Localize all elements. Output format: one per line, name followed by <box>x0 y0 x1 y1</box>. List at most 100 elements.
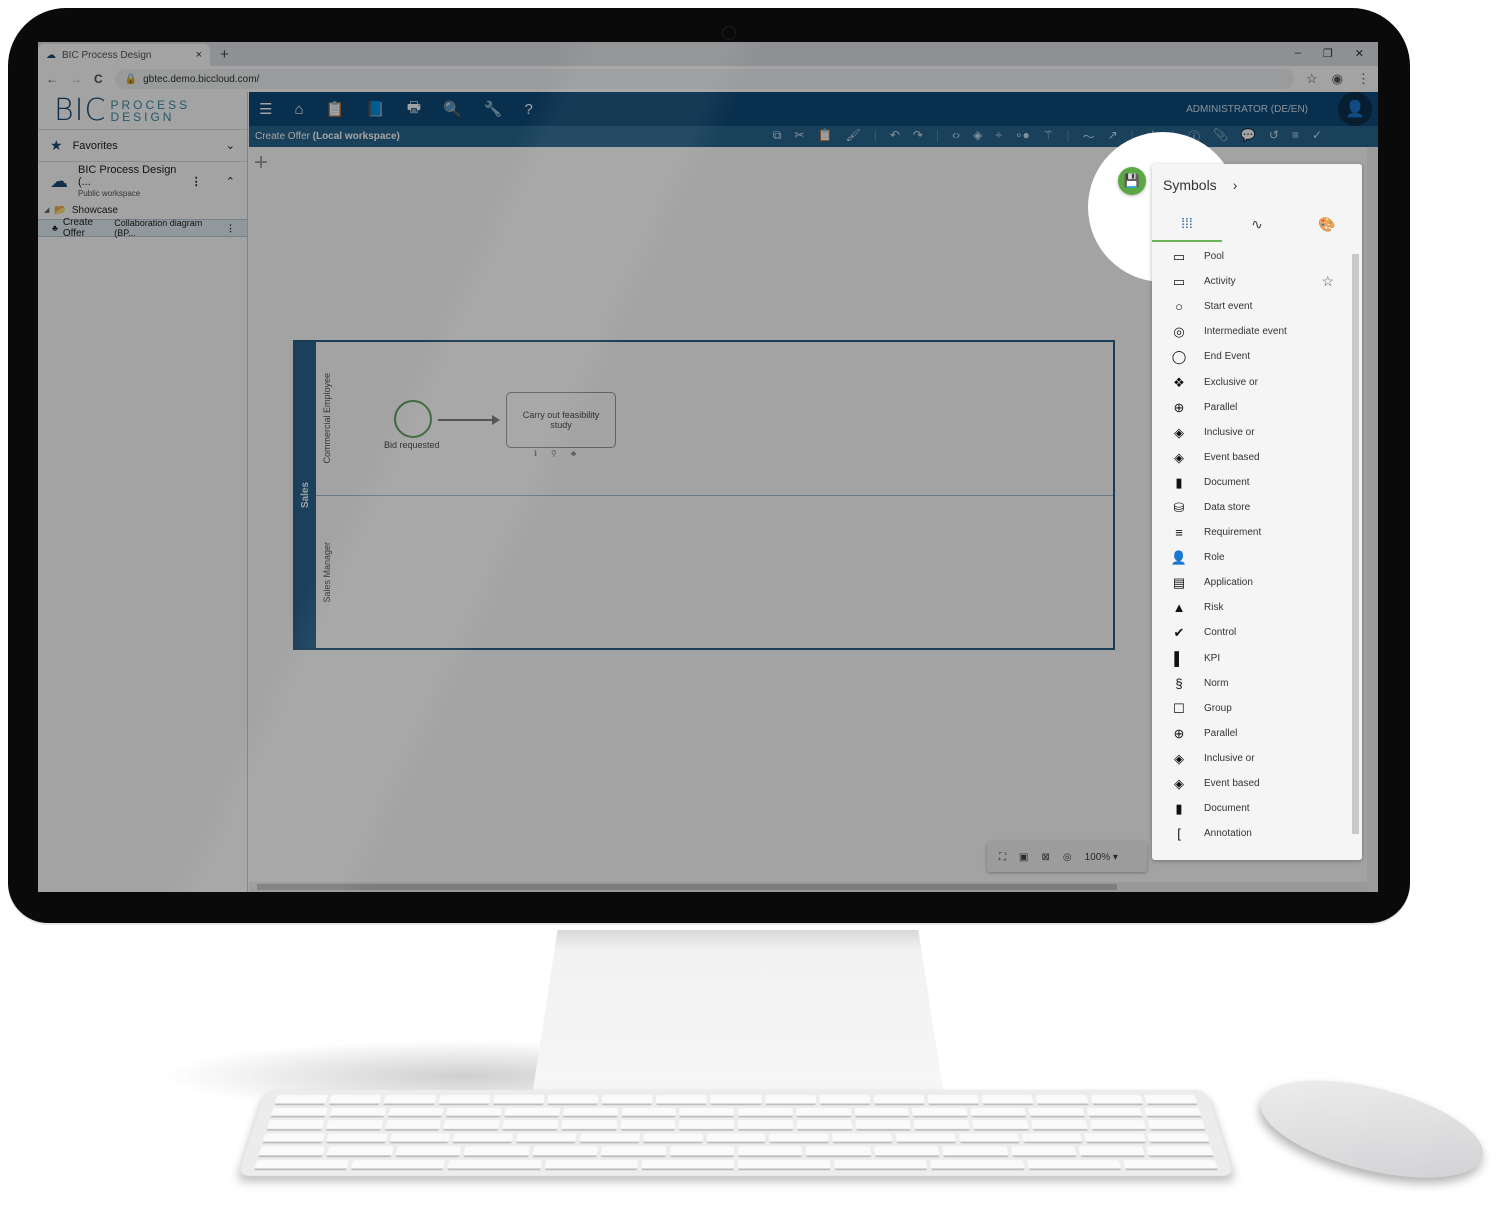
more-vert-icon[interactable]: ⋮ <box>191 175 202 188</box>
zoom-level[interactable]: 100% ▾ <box>1085 852 1118 863</box>
symbol-item[interactable]: ▮ Document <box>1152 470 1362 495</box>
symbol-item[interactable]: ▤ Application <box>1152 570 1362 595</box>
symbol-item[interactable]: [Annotation <box>1152 821 1362 846</box>
symbol-item[interactable]: ▭ Pool <box>1152 244 1362 269</box>
symbol-item[interactable]: ◈ Event based <box>1152 771 1362 796</box>
new-tab-button[interactable]: + <box>220 46 229 63</box>
filter-icon[interactable]: ≡ <box>1292 128 1299 145</box>
symbol-item[interactable]: ⊕ Parallel <box>1152 721 1362 746</box>
divide-icon[interactable]: ÷ <box>995 128 1002 145</box>
user-avatar[interactable]: 👤 <box>1338 92 1372 126</box>
fullscreen-icon[interactable]: ⛶ <box>999 852 1006 863</box>
symbol-item[interactable]: ◈ Inclusive or <box>1152 420 1362 445</box>
magic-wand-icon[interactable]: ⚚ <box>1043 128 1054 145</box>
paste-icon[interactable]: 📋 <box>818 128 833 145</box>
close-tab-icon[interactable]: × <box>196 49 202 61</box>
panel-scrollbar[interactable] <box>1352 254 1359 834</box>
pool[interactable]: Sales Commercial Employee Bid requested … <box>293 340 1115 650</box>
tab-symbols[interactable]: ⁞⁞⁞ <box>1152 206 1222 242</box>
save-button[interactable]: 💾 <box>1118 167 1146 195</box>
search-icon[interactable]: 🔍 <box>443 100 462 118</box>
browser-menu-icon[interactable]: ⋮ <box>1357 71 1370 87</box>
menu-icon[interactable]: ☰ <box>259 100 272 118</box>
chevron-up-icon[interactable]: ⌃ <box>226 175 235 188</box>
connect-icon[interactable]: ∘● <box>1015 128 1030 145</box>
symbol-item[interactable]: ⊕ Parallel <box>1152 395 1362 420</box>
print-icon[interactable]: 🖶 <box>407 97 421 122</box>
pool-header[interactable]: Sales <box>295 342 316 648</box>
hierarchy-icon[interactable]: ♣ <box>571 449 576 458</box>
user-label[interactable]: ADMINISTRATOR (DE/EN) <box>1186 104 1308 115</box>
symbol-item[interactable]: ◎ Intermediate event <box>1152 319 1362 344</box>
lane[interactable]: Sales Manager <box>316 496 1113 648</box>
sequence-flow[interactable] <box>438 415 500 425</box>
symbol-item[interactable]: ◯ End Event <box>1152 344 1362 369</box>
attachment-icon[interactable]: 📎 <box>1213 128 1228 145</box>
minimize-button[interactable]: – <box>1295 47 1301 60</box>
tab-connections[interactable]: ∿ <box>1222 206 1292 242</box>
reload-button[interactable]: C <box>94 72 103 86</box>
cut-icon[interactable]: ✂ <box>794 128 804 145</box>
help-icon[interactable]: ? <box>524 101 532 118</box>
symbol-item[interactable]: 👤 Role <box>1152 545 1362 570</box>
symbol-item[interactable]: ✔ Control <box>1152 620 1362 645</box>
expand-icon[interactable]: ◢ <box>44 206 49 214</box>
browser-tab[interactable]: ☁ BIC Process Design × <box>38 44 210 66</box>
symbol-item[interactable]: ◈ Inclusive or <box>1152 746 1362 771</box>
favorite-star-icon[interactable]: ☆ <box>1321 273 1334 290</box>
task[interactable]: Carry out feasibility study <box>506 392 616 448</box>
copy-icon[interactable]: ⧉ <box>773 128 782 145</box>
restore-button[interactable]: ❐ <box>1323 47 1333 60</box>
undo-icon[interactable]: ↶ <box>890 128 900 145</box>
symbol-item[interactable]: ○ Start event <box>1152 294 1362 319</box>
home-icon[interactable]: ⌂ <box>294 101 303 118</box>
format-paint-icon[interactable]: 🖌 <box>846 128 861 145</box>
profile-icon[interactable]: ◉ <box>1332 71 1343 87</box>
symbol-item[interactable]: ☐ Group <box>1152 696 1362 721</box>
scroll-thumb[interactable] <box>257 884 1117 890</box>
close-window-button[interactable]: ✕ <box>1355 47 1364 60</box>
book-icon[interactable]: 📘 <box>366 100 385 118</box>
chevron-right-icon[interactable]: › <box>1233 177 1238 193</box>
tree-item-diagram[interactable]: ♣ Create Offer Collaboration diagram (BP… <box>38 217 247 239</box>
presentation-icon[interactable]: ▣ <box>1019 852 1028 863</box>
attachment-icon[interactable]: ⚲ <box>551 449 557 458</box>
scroll-thumb[interactable] <box>1352 254 1359 834</box>
info-icon[interactable]: ℹ <box>534 449 537 458</box>
comments-icon[interactable]: 💬 <box>1241 128 1256 145</box>
redo-icon[interactable]: ↷ <box>913 128 923 145</box>
check-icon[interactable]: ✓ <box>1312 128 1322 145</box>
sidebar-workspace[interactable]: ☁ BIC Process Design (... Public workspa… <box>38 161 247 201</box>
wrench-icon[interactable]: 🔧 <box>484 100 503 118</box>
symbol-item[interactable]: ▭ Activity ☆ <box>1152 269 1362 294</box>
sidebar-favorites[interactable]: ★ Favorites ⌄ <box>38 129 247 161</box>
symbol-item[interactable]: ❖ Exclusive or <box>1152 369 1362 394</box>
center-icon[interactable]: ◎ <box>1063 852 1072 863</box>
forward-button[interactable]: → <box>70 72 82 86</box>
symbol-item[interactable]: ≡ Requirement <box>1152 520 1362 545</box>
symbol-item[interactable]: ⛁ Data store <box>1152 495 1362 520</box>
bookmark-star-icon[interactable]: ☆ <box>1306 71 1318 87</box>
chevron-down-icon[interactable]: ⌄ <box>226 139 235 152</box>
start-event[interactable] <box>394 400 432 438</box>
trend-icon[interactable]: ↗ <box>1108 128 1118 145</box>
horizontal-scrollbar[interactable] <box>249 882 1367 892</box>
symbol-item[interactable]: § Norm <box>1152 671 1362 696</box>
lane[interactable]: Commercial Employee Bid requested Carry … <box>316 342 1113 496</box>
url-field[interactable]: 🔒 gbtec.demo.biccloud.com/ <box>114 69 1294 89</box>
code-icon[interactable]: ‹› <box>952 128 960 145</box>
symbol-item[interactable]: ▮ Document <box>1152 796 1362 821</box>
symbol-item[interactable]: ▌ KPI <box>1152 646 1362 671</box>
add-icon[interactable]: + <box>254 149 268 177</box>
clipboard-icon[interactable]: 📋 <box>326 100 345 118</box>
vertical-scrollbar[interactable] <box>1367 147 1378 892</box>
back-button[interactable]: ← <box>46 72 58 86</box>
layers-icon[interactable]: ◈ <box>973 128 982 145</box>
history-icon[interactable]: ↺ <box>1269 128 1279 145</box>
symbol-item[interactable]: ▲ Risk <box>1152 595 1362 620</box>
tab-styles[interactable]: 🎨 <box>1292 206 1362 242</box>
fit-screen-icon[interactable]: ⊠ <box>1041 852 1049 863</box>
more-vert-icon[interactable]: ⋮ <box>226 223 235 234</box>
symbol-item[interactable]: ◈ Event based <box>1152 445 1362 470</box>
line-chart-icon[interactable]: 〜 <box>1083 128 1095 145</box>
